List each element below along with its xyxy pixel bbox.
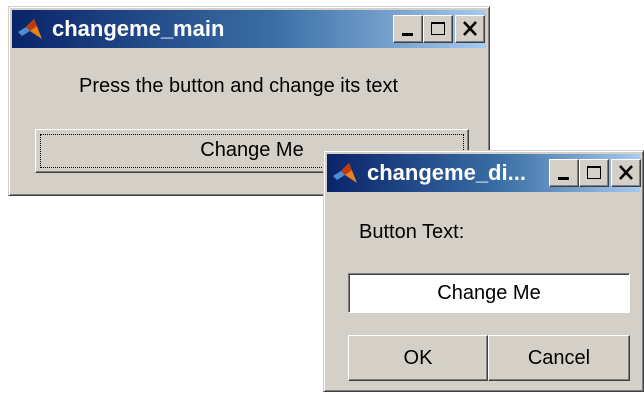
button-text-field[interactable]: Change Me — [348, 273, 630, 313]
close-icon — [463, 21, 477, 36]
matlab-logo-icon — [18, 19, 42, 39]
dialog-title-bar[interactable]: changeme_di... — [327, 154, 641, 192]
changeme-dialog-window: changeme_di... Button Text: Change Me OK… — [323, 150, 644, 392]
instruction-text: Press the button and change its text — [79, 75, 399, 97]
maximize-button[interactable] — [423, 15, 453, 43]
maximize-icon — [431, 22, 445, 35]
maximize-icon — [587, 166, 601, 179]
main-window-title: changeme_main — [52, 16, 225, 41]
ok-button[interactable]: OK — [348, 335, 488, 381]
dialog-window-title: changeme_di... — [367, 160, 526, 185]
minimize-button[interactable] — [393, 15, 423, 43]
cancel-button[interactable]: Cancel — [488, 335, 630, 381]
button-text-label: Button Text: — [359, 221, 465, 243]
close-icon — [619, 165, 633, 180]
minimize-icon — [558, 177, 569, 180]
dialog-minimize-button[interactable] — [549, 159, 579, 187]
close-button[interactable] — [455, 15, 485, 43]
dialog-maximize-button[interactable] — [579, 159, 609, 187]
minimize-icon — [402, 33, 413, 36]
ok-button-label: OK — [403, 347, 433, 369]
button-text-value: Change Me — [437, 282, 541, 304]
matlab-logo-icon — [333, 163, 357, 183]
cancel-button-label: Cancel — [527, 347, 591, 369]
main-title-bar[interactable]: changeme_main — [12, 10, 486, 48]
dialog-close-button[interactable] — [611, 159, 641, 187]
